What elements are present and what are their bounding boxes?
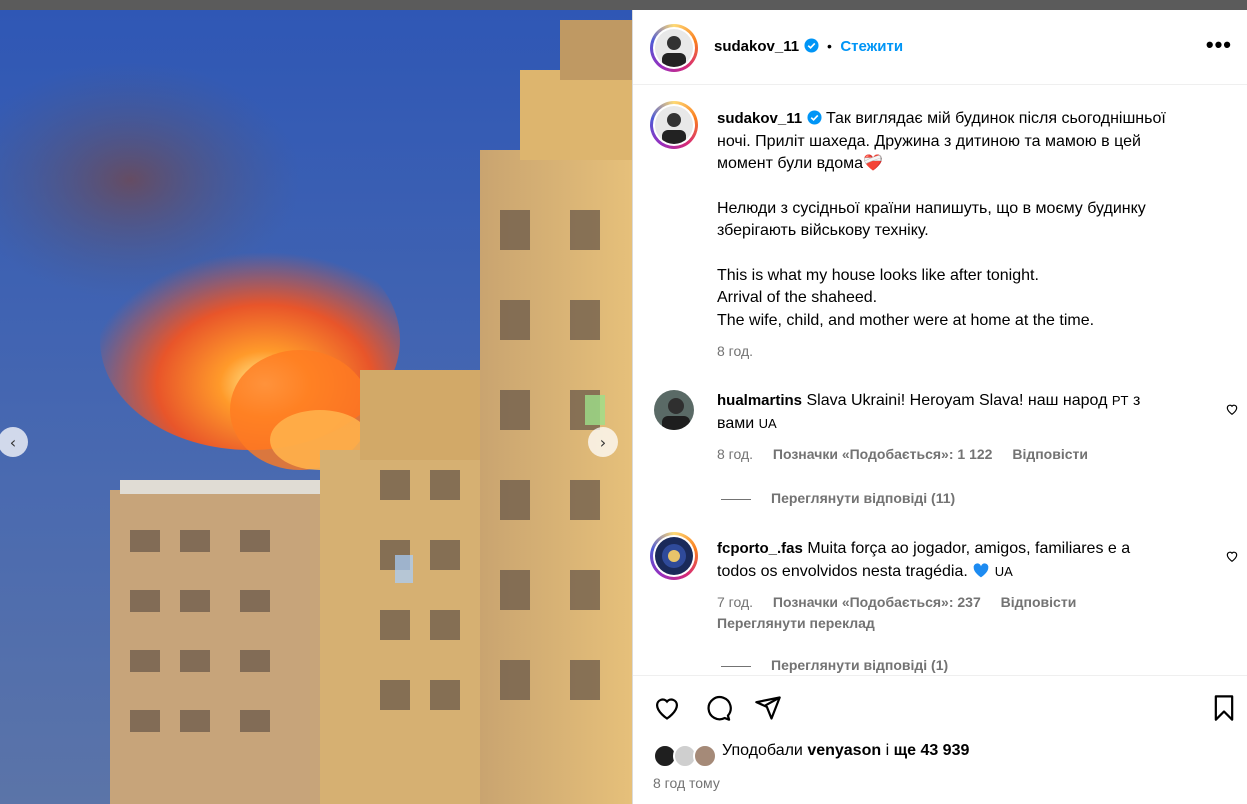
- post-header: sudakov_11 • Стежити •••: [633, 10, 1247, 85]
- caption-line: This is what my house looks like after t…: [717, 266, 1039, 284]
- post-actions: [633, 675, 1247, 804]
- chevron-right-icon[interactable]: ›: [588, 427, 618, 457]
- window-top-bar: [0, 0, 1247, 10]
- caption-time: 8 год.: [717, 343, 754, 359]
- comment-text: hualmartins Slava Ukraini! Heroyam Slava…: [717, 392, 1141, 432]
- comment-likes-link[interactable]: Позначки «Подобається»: 1 122: [773, 446, 993, 462]
- comment-like-heart-icon[interactable]: [1225, 402, 1239, 416]
- view-replies-button[interactable]: Переглянути відповіді (1): [721, 657, 948, 673]
- bookmark-icon[interactable]: [1210, 694, 1238, 722]
- follow-button[interactable]: Стежити: [840, 38, 903, 55]
- caption-username[interactable]: sudakov_11: [717, 110, 802, 127]
- comment-avatar[interactable]: [654, 390, 694, 430]
- caption-line: момент були вдома: [717, 155, 864, 172]
- avatar[interactable]: [650, 24, 698, 72]
- caption-line: The wife, child, and mother were at home…: [717, 311, 1095, 329]
- comment-meta: 7 год. Позначки «Подобається»: 237 Відпо…: [717, 594, 1077, 610]
- post-panel: sudakov_11 • Стежити ••• sudakov_11 Так …: [632, 10, 1247, 804]
- liked-by-user[interactable]: venyason: [807, 742, 881, 759]
- view-replies-button[interactable]: Переглянути відповіді (11): [721, 490, 955, 506]
- caption-avatar[interactable]: [650, 101, 698, 149]
- caption-line: зберігають військову техніку.: [717, 222, 929, 239]
- heart-icon[interactable]: [653, 694, 681, 722]
- likes-count[interactable]: ще 43 939: [894, 742, 970, 759]
- translate-link[interactable]: Переглянути переклад: [717, 615, 891, 631]
- comment-username[interactable]: hualmartins: [717, 392, 802, 409]
- reply-button[interactable]: Відповісти: [1012, 446, 1088, 462]
- verified-icon: [806, 110, 822, 125]
- blue-heart-icon: [973, 562, 989, 577]
- flag-ua: UA: [758, 415, 777, 431]
- caption-line: Нелюди з сусідньої країни напишуть, що в…: [717, 199, 1146, 217]
- comment-avatar[interactable]: [650, 532, 698, 580]
- post-date: 8 год тому: [653, 775, 720, 791]
- post-username[interactable]: sudakov_11: [714, 38, 799, 55]
- caption-line: Так виглядає мій будинок після сьогодніш…: [825, 110, 1166, 127]
- share-icon[interactable]: [754, 694, 782, 722]
- comment-like-heart-icon[interactable]: [1225, 549, 1239, 563]
- comment-text: fcporto_.fas Muita força ao jogador, ami…: [717, 540, 1131, 580]
- verified-icon: [803, 38, 819, 53]
- mending-heart-emoji: ❤️‍🩹: [863, 155, 883, 172]
- post-caption: sudakov_11 Так виглядає мій будинок післ…: [717, 108, 1227, 363]
- caption-line: ночі. Приліт шахеда. Дружина з дитиною т…: [717, 132, 1141, 150]
- post-photo: ‹ ›: [0, 10, 632, 804]
- comment-likes-link[interactable]: Позначки «Подобається»: 237: [773, 594, 981, 610]
- liked-by-text: Уподобали venyason і ще 43 939: [722, 742, 970, 759]
- liked-by-avatars: [653, 744, 717, 768]
- comment-meta: 8 год. Позначки «Подобається»: 1 122 Від…: [717, 446, 1088, 462]
- flag-pt: PT: [1111, 393, 1129, 408]
- caption-line: Arrival of the shaheed.: [717, 289, 878, 306]
- comment-icon[interactable]: [704, 694, 732, 722]
- more-icon[interactable]: •••: [1206, 32, 1232, 58]
- reply-button[interactable]: Відповісти: [1001, 594, 1077, 610]
- flag-ua: UA: [994, 563, 1013, 579]
- comment-username[interactable]: fcporto_.fas: [717, 540, 803, 557]
